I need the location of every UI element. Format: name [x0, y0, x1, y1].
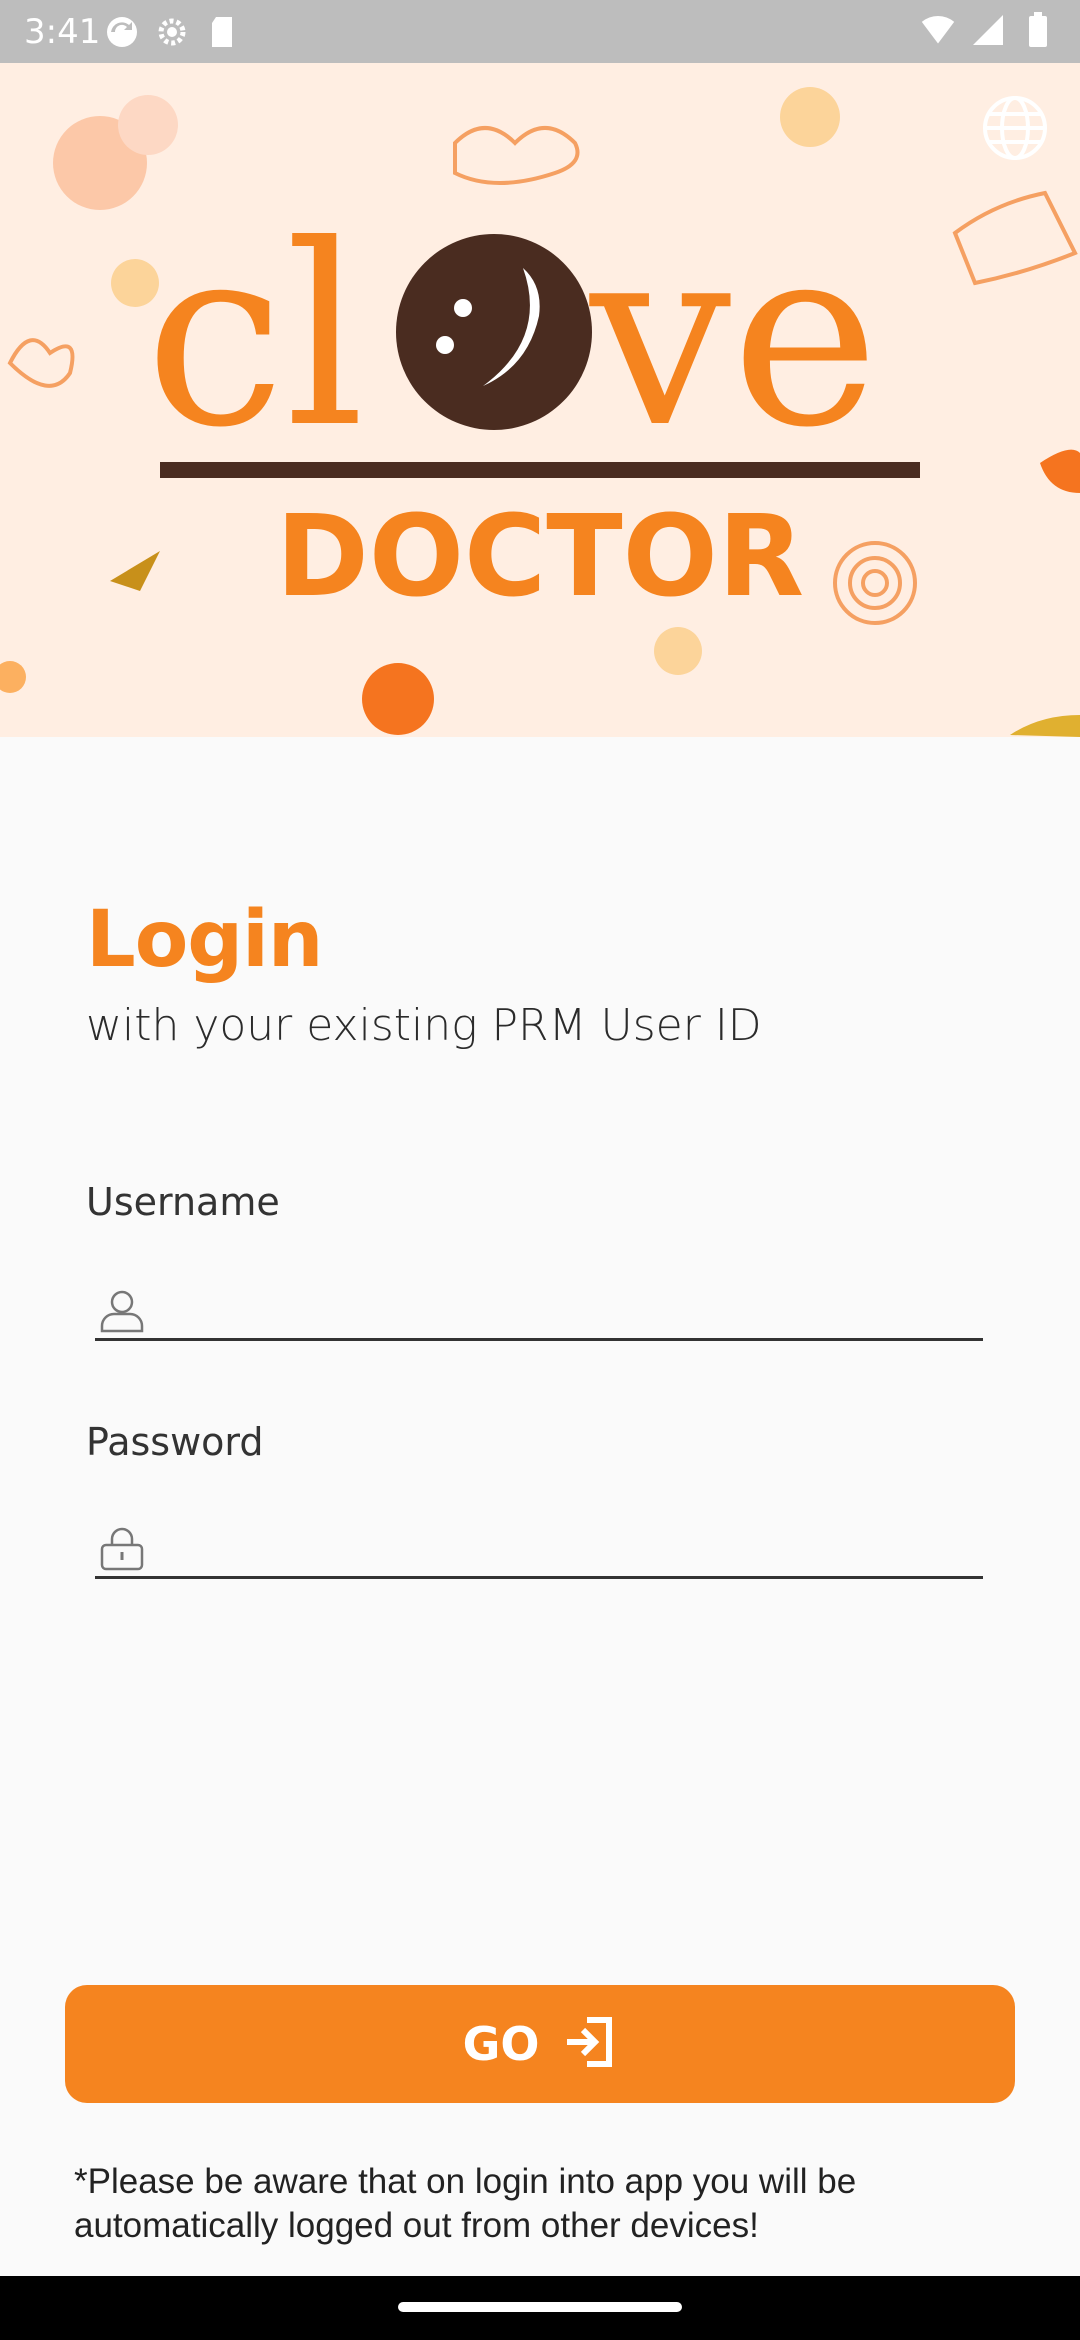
login-title: Login [86, 895, 323, 985]
sync-icon [104, 14, 140, 50]
login-screen: 3:41 cl ve DOCTOR Login with your existi… [0, 0, 1080, 2340]
logo-subtext: DOCTOR [276, 492, 804, 622]
user-icon [99, 1287, 145, 1333]
username-label: Username [86, 1180, 280, 1224]
username-field[interactable] [95, 1277, 983, 1341]
logout-notice: *Please be aware that on login into app … [74, 2162, 857, 2245]
password-input[interactable] [165, 1521, 965, 1573]
logo-c: cl [145, 191, 365, 482]
go-button-label: GO [462, 2017, 540, 2071]
brand-banner: cl ve DOCTOR [0, 63, 1080, 737]
lock-icon [99, 1525, 145, 1571]
signal-icon [970, 12, 1006, 48]
sd-card-icon [204, 14, 240, 50]
status-bar: 3:41 [0, 0, 1080, 63]
settings-icon [154, 14, 190, 50]
wifi-icon [920, 12, 956, 48]
login-subtitle: with your existing PRM User ID [86, 1000, 762, 1051]
globe-icon[interactable] [982, 95, 1048, 161]
banner-decorations: cl ve DOCTOR [0, 87, 1080, 737]
home-gesture-handle[interactable] [398, 2302, 682, 2312]
password-label: Password [86, 1420, 264, 1464]
username-input[interactable] [165, 1283, 965, 1335]
login-arrow-icon [561, 2014, 617, 2075]
battery-icon [1020, 12, 1056, 48]
svg-text:ve: ve [589, 191, 879, 482]
status-time: 3:41 [24, 12, 101, 52]
password-field[interactable] [95, 1515, 983, 1579]
go-button[interactable]: GO [65, 1985, 1015, 2103]
